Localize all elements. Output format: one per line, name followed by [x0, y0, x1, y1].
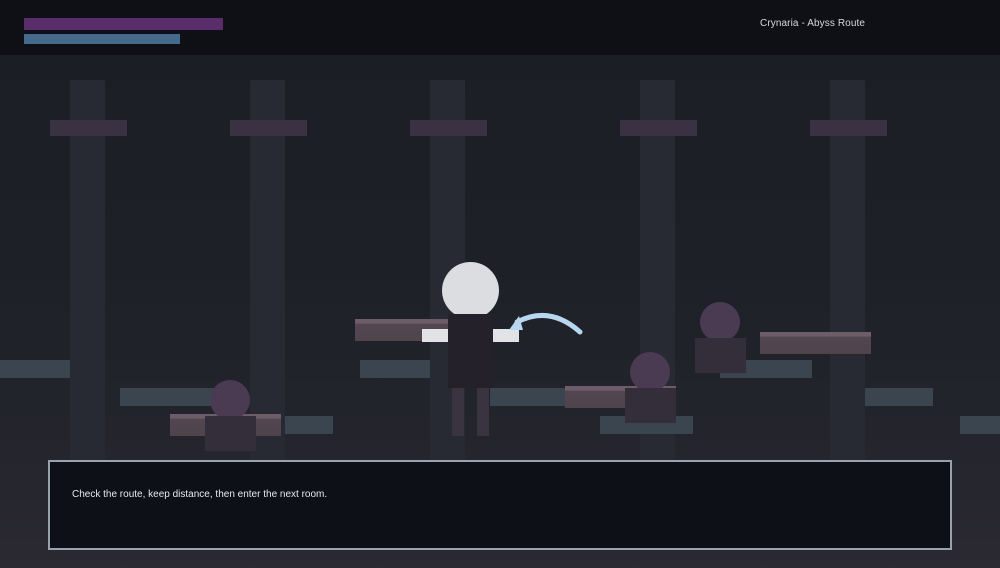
background-ledge — [0, 360, 70, 378]
background-pillar — [70, 80, 105, 460]
area-title: Crynaria - Abyss Route — [760, 18, 866, 29]
background-ledge — [285, 416, 333, 434]
pillar-capital — [620, 120, 697, 136]
enemy-body — [625, 388, 676, 423]
mana-bar — [24, 34, 379, 44]
pillar-capital — [810, 120, 887, 136]
enemy-body — [205, 416, 256, 451]
sword-slash-effect — [509, 313, 583, 335]
hud-bar: Crynaria - Abyss Route — [0, 0, 1000, 55]
background-pillar — [250, 80, 285, 460]
dialog-text: Check the route, keep distance, then ent… — [72, 489, 328, 500]
player-left-arm — [422, 329, 448, 342]
background-ledge — [120, 388, 215, 406]
health-bar — [24, 18, 379, 30]
dialog-box[interactable]: Check the route, keep distance, then ent… — [48, 460, 952, 550]
background-ledge — [360, 360, 430, 378]
player-body — [448, 314, 493, 388]
pillar-capital — [230, 120, 307, 136]
enemy-head — [210, 380, 250, 420]
floating-platform — [760, 332, 871, 354]
enemy-body — [695, 338, 746, 373]
pillar-capital — [410, 120, 487, 136]
enemy-head — [700, 302, 740, 342]
background-ledge — [490, 388, 565, 406]
background-pillar — [830, 80, 865, 460]
background-ledge — [865, 388, 933, 406]
player-head — [442, 262, 499, 319]
player-left-leg — [452, 388, 464, 436]
game-scene: Crynaria - Abyss Route Check the route, … — [0, 0, 1000, 568]
mana-bar-fill — [24, 34, 181, 44]
enemy-head — [630, 352, 670, 392]
pillar-capital — [50, 120, 127, 136]
health-bar-fill — [24, 18, 223, 30]
background-ledge — [960, 416, 1000, 434]
player-right-leg — [477, 388, 489, 436]
